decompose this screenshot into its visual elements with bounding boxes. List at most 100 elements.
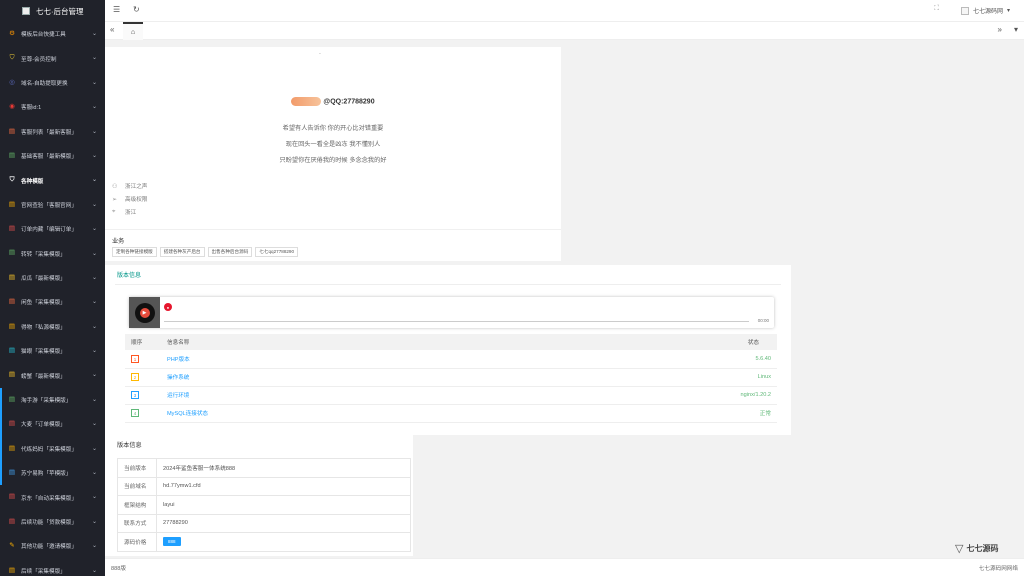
row-number-badge: 1 xyxy=(131,354,139,363)
sidebar-item[interactable]: ▤ 后续功能「贷款模版」 ⌄ xyxy=(0,510,105,534)
sidebar-item[interactable]: ▤ 大麦「订单模版」 ⌄ xyxy=(0,412,105,437)
sidebar-item[interactable]: ▤ 得物「私源模版」 ⌄ xyxy=(0,315,105,339)
sidebar-item[interactable]: ▤ 后续「采集模版」 ⌄ xyxy=(0,559,105,576)
tabs-menu-chevron-icon[interactable]: ▾ xyxy=(1014,25,1018,34)
table-row: 联系方式 27788290 xyxy=(117,513,411,533)
sidebar-item[interactable]: ▤ 苏宁易购「苹模版」 ⌄ xyxy=(0,461,105,486)
sidebar-item[interactable]: ✎ 其他功能「邀请模版」 ⌄ xyxy=(0,534,105,558)
divider xyxy=(105,229,561,230)
sidebar-item[interactable]: ▤ 猫眼「采集模版」 ⌄ xyxy=(0,339,105,363)
column-header: 状态 xyxy=(503,334,777,350)
chevron-down-icon: ⌄ xyxy=(91,79,97,86)
sidebar-item[interactable]: ▤ 客服列表「最新客服」 ⌄ xyxy=(0,120,105,144)
sidebar-item[interactable]: ▤ 京东「自动采集模版」 ⌄ xyxy=(0,485,105,509)
user-icon: ⚇ xyxy=(112,183,118,190)
weibo-icon[interactable]: ● xyxy=(164,303,172,311)
info-name-link[interactable]: 运行环境 xyxy=(161,386,503,405)
system-info-table: 顺序 信息名称 状态 1 PHP版本 5.6.40 2 操作系统 Linux 3 运行环境 ng… xyxy=(125,334,777,423)
sidebar-item[interactable]: ▤ 淘手游「采集模版」 ⌄ xyxy=(0,387,105,413)
play-button[interactable]: ▶ xyxy=(139,307,150,318)
row-number-cell: 4 xyxy=(125,404,161,423)
chevron-down-icon: ⌄ xyxy=(91,348,97,355)
divider xyxy=(115,284,781,285)
sidebar-item[interactable]: ▤ 螃蟹「最新模版」 ⌄ xyxy=(0,363,105,387)
sidebar-item[interactable]: ◎ 域名-自助提取更换 ⌄ xyxy=(0,71,105,95)
cart-icon: ▤ xyxy=(8,566,16,574)
chevron-down-icon: ⌄ xyxy=(91,494,97,501)
refresh-icon[interactable]: ↻ xyxy=(133,5,140,14)
info-row: ⌖ 浙江 xyxy=(112,208,136,217)
row-key: 框架结构 xyxy=(117,495,157,515)
emoji-icon xyxy=(291,97,322,106)
progress-bar[interactable] xyxy=(164,321,749,322)
column-header: 顺序 xyxy=(125,334,161,350)
row-key: 联系方式 xyxy=(117,513,157,533)
menu-toggle-icon[interactable]: ☰ xyxy=(113,5,120,14)
table-row: 当前版本 2024年鲨鱼客服一体系统888 xyxy=(117,458,411,478)
brand-watermark: ▽ 七七源码 xyxy=(955,542,998,555)
location-icon: ⌖ xyxy=(112,208,116,215)
sidebar-item[interactable]: ▤ 闲鱼「采集模版」 ⌄ xyxy=(0,290,105,314)
info-name-link[interactable]: PHP版本 xyxy=(161,350,503,369)
sidebar-item[interactable]: ▤ 基础客服「最新模版」 ⌄ xyxy=(0,144,105,168)
table-row: 源码价格 888 xyxy=(117,532,411,552)
sidebar-item[interactable]: ▤ 官网查验「客服官网」 ⌄ xyxy=(0,193,105,217)
fullscreen-icon[interactable]: ⛶ xyxy=(934,5,939,13)
cart-icon: ▤ xyxy=(8,420,16,428)
tab-home[interactable]: ⌂ xyxy=(123,22,143,40)
quote-line: 只盼望你在厌倦我的时候 多念念我的好 xyxy=(279,157,387,164)
row-key: 源码价格 xyxy=(117,532,157,552)
cart-icon: ▤ xyxy=(8,517,16,525)
row-number-cell: 1 xyxy=(125,350,161,369)
tabs-scroll-right-icon[interactable]: » xyxy=(998,25,1002,34)
tool-icon: ✎ xyxy=(9,542,15,550)
user-menu[interactable]: 七七源码网 ▾ xyxy=(960,6,1010,15)
table-row: 1 PHP版本 5.6.40 xyxy=(125,350,777,369)
sidebar-item[interactable]: ⛉ 各种模版 ⌄ xyxy=(0,168,105,192)
player-time: 00:00 xyxy=(757,318,769,323)
row-value: hd.77ymw1.cfd xyxy=(156,476,411,496)
chevron-down-icon: ⌄ xyxy=(91,152,97,159)
sidebar-item[interactable]: ⚙ 模板后台快捷工具 ⌄ xyxy=(0,22,105,46)
chevron-down-icon: ⌄ xyxy=(91,299,97,306)
row-key: 当前版本 xyxy=(117,458,157,478)
sidebar-item[interactable]: ⛉ 至尊-会员控制 ⌄ xyxy=(0,46,105,70)
chevron-down-icon: ⌄ xyxy=(91,128,97,135)
cart-icon: ▤ xyxy=(8,468,16,476)
cart-icon: ▤ xyxy=(8,298,16,306)
qq-line: @QQ:27788290 xyxy=(105,97,561,106)
chevron-down-icon: ⌄ xyxy=(91,201,97,208)
status-value: 正常 xyxy=(503,404,777,423)
business-title: 业务 xyxy=(112,238,125,245)
row-number-cell: 3 xyxy=(125,386,161,405)
chevron-down-icon: ⌄ xyxy=(91,250,97,257)
quote-line: 希望有人告诉你 你的开心比对错重要 xyxy=(282,125,384,132)
row-value: 2024年鲨鱼客服一体系统888 xyxy=(156,458,411,478)
table-header-row: 顺序 信息名称 状态 xyxy=(125,334,777,350)
info-name-link[interactable]: 操作系统 xyxy=(161,368,503,387)
info-name-link[interactable]: MySQL连接状态 xyxy=(161,404,503,423)
status-value: 5.6.40 xyxy=(503,350,777,369)
sidebar-item[interactable]: ▤ 代练妈妈「采集模版」 ⌄ xyxy=(0,436,105,462)
row-value: 888 xyxy=(156,532,411,552)
sidebar-item[interactable]: ▤ 转转「采集模版」 ⌄ xyxy=(0,242,105,266)
sidebar-item[interactable]: ▤ 瓜瓜「最新模版」 ⌄ xyxy=(0,266,105,290)
chevron-down-icon: ⌄ xyxy=(91,470,97,477)
table-row: 4 MySQL连接状态 正常 xyxy=(125,404,777,423)
version-panel: 版本信息 当前版本 2024年鲨鱼客服一体系统888 当前域名 hd.77ymw1.… xyxy=(105,435,413,556)
shield-icon: ⛉ xyxy=(9,176,15,184)
business-tags: 定制各种链接模版 搭建各种灰产后台 出售各种后台源码 七七qq27788290 xyxy=(112,247,299,257)
chevron-down-icon: ⌄ xyxy=(91,55,97,62)
row-number-badge: 2 xyxy=(131,373,139,381)
sidebar-item[interactable]: ▤ 订单内藏「编辑订单」 ⌄ xyxy=(0,217,105,241)
chevron-down-icon: ⌄ xyxy=(91,421,97,428)
tab-version-info[interactable]: 版本信息 xyxy=(117,270,142,285)
business-tag: 搭建各种灰产后台 xyxy=(159,247,205,257)
chevron-down-icon: ⌄ xyxy=(91,31,97,37)
cart-icon: ▤ xyxy=(8,395,16,403)
tabs-scroll-left-icon[interactable]: « xyxy=(110,25,114,34)
headset-icon: ◉ xyxy=(9,103,15,111)
app-logo[interactable]: 七七·后台管理 xyxy=(0,0,105,22)
sidebar-item[interactable]: ◉ 客服id:1 ⌄ xyxy=(0,95,105,119)
info-row: ➢ 高级权限 xyxy=(112,195,147,204)
